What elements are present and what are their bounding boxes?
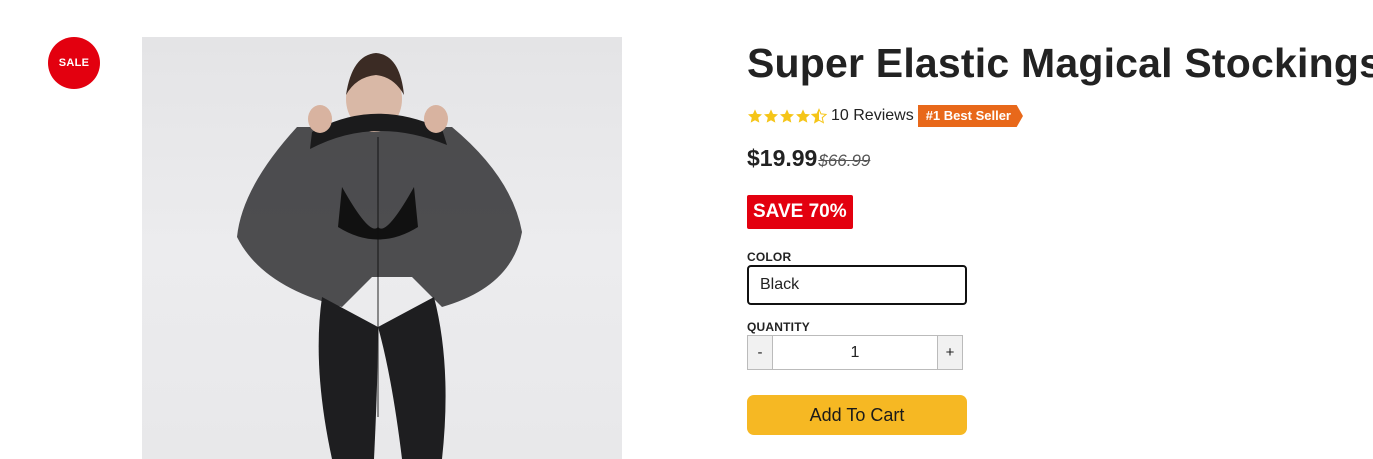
quantity-input[interactable]: 1 bbox=[773, 336, 937, 369]
left-hand bbox=[308, 105, 332, 133]
quantity-stepper: - 1 + bbox=[747, 335, 963, 370]
price-row: $19.99 $66.99 bbox=[747, 145, 870, 172]
color-select-value: Black bbox=[760, 276, 800, 293]
add-to-cart-button[interactable]: Add To Cart bbox=[747, 395, 967, 435]
quantity-label: QUANTITY bbox=[747, 320, 810, 334]
save-badge: SAVE 70% bbox=[747, 195, 853, 229]
reviews-link[interactable]: 10 Reviews bbox=[831, 107, 914, 125]
product-image[interactable] bbox=[142, 37, 622, 459]
product-photo bbox=[237, 53, 522, 459]
stocking-fabric bbox=[237, 127, 522, 307]
sale-badge: SALE bbox=[48, 37, 100, 89]
right-leg bbox=[378, 297, 446, 459]
product-title: Super Elastic Magical Stockings bbox=[747, 40, 1373, 86]
bestseller-badge: #1 Best Seller bbox=[917, 105, 1023, 127]
star-icon bbox=[764, 109, 778, 123]
half-star-icon bbox=[811, 108, 827, 124]
left-leg bbox=[318, 297, 378, 459]
right-hand bbox=[424, 105, 448, 133]
bestseller-label: #1 Best Seller bbox=[917, 105, 1023, 127]
color-label: COLOR bbox=[747, 250, 792, 264]
star-icon bbox=[780, 109, 794, 123]
compare-price: $66.99 bbox=[818, 151, 871, 170]
star-icon bbox=[796, 109, 810, 123]
color-select[interactable]: Black bbox=[747, 265, 967, 305]
quantity-decrease-button[interactable]: - bbox=[748, 336, 773, 369]
rating-row: 10 Reviews #1 Best Seller bbox=[747, 105, 1023, 127]
star-rating[interactable] bbox=[747, 108, 827, 124]
quantity-increase-button[interactable]: + bbox=[937, 336, 962, 369]
star-icon bbox=[748, 109, 762, 123]
current-price: $19.99 bbox=[747, 145, 818, 171]
